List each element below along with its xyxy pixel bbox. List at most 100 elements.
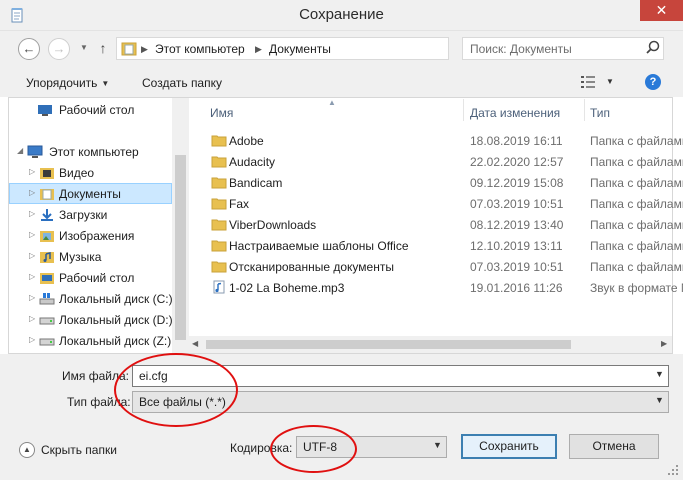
file-name: Adobe xyxy=(229,134,264,148)
cancel-button[interactable]: Отмена xyxy=(569,434,659,459)
filetype-select[interactable]: Все файлы (*.*) ▼ xyxy=(132,391,669,413)
nav-item-desktop[interactable]: ▷ Рабочий стол xyxy=(9,268,172,289)
breadcrumb-separator-icon: ▶ xyxy=(141,44,148,54)
nav-item-downloads[interactable]: ▷ Загрузки xyxy=(9,205,172,226)
collapsed-toggle-icon[interactable]: ▷ xyxy=(29,272,35,281)
search-input[interactable]: Поиск: Документы xyxy=(462,37,664,60)
sort-ascending-icon: ▲ xyxy=(328,98,336,107)
back-button[interactable]: ← xyxy=(18,38,40,60)
chevron-down-icon: ▼ xyxy=(101,79,110,88)
address-bar[interactable]: ▶ Этот компьютер ▶ Документы ▼ ↻ xyxy=(116,37,558,60)
breadcrumb-separator-icon: ▶ xyxy=(255,44,262,54)
collapsed-toggle-icon[interactable]: ▷ xyxy=(29,314,35,323)
filetype-label: Тип файла: xyxy=(67,395,131,409)
chevron-down-icon[interactable]: ▼ xyxy=(655,369,664,379)
nav-item-drive-c[interactable]: ▷ Локальный диск (C:) xyxy=(9,289,172,310)
nav-item-label: Рабочий стол xyxy=(59,271,135,285)
search-placeholder: Поиск: Документы xyxy=(470,42,572,56)
file-date: 19.01.2016 11:26 xyxy=(470,281,563,295)
help-icon[interactable]: ? xyxy=(645,74,661,90)
file-type: Папка с файлами xyxy=(590,176,683,190)
chevron-up-icon[interactable]: ▲ xyxy=(19,442,35,458)
nav-item-desktop-quick[interactable]: Рабочий стол xyxy=(9,100,172,121)
file-date: 22.02.2020 12:57 xyxy=(470,155,564,169)
pictures-folder-icon xyxy=(40,231,54,242)
drive-icon xyxy=(39,338,55,346)
file-row[interactable]: Fax 07.03.2019 10:51 Папка с файлами xyxy=(190,193,683,214)
music-folder-icon xyxy=(40,252,54,263)
collapsed-toggle-icon[interactable]: ▷ xyxy=(29,251,35,260)
breadcrumb-documents[interactable]: Документы xyxy=(269,42,331,56)
scroll-right-icon[interactable]: ▶ xyxy=(661,339,667,348)
forward-button[interactable]: → xyxy=(48,38,70,60)
nav-item-label: Рабочий стол xyxy=(59,103,135,117)
file-date: 12.10.2019 13:11 xyxy=(470,239,563,253)
folder-icon xyxy=(211,240,227,252)
resize-grip-icon[interactable] xyxy=(666,463,680,477)
folder-documents-icon xyxy=(121,42,137,56)
documents-folder-icon xyxy=(40,189,54,200)
search-icon[interactable] xyxy=(645,40,661,56)
encoding-select[interactable]: UTF-8 ▼ xyxy=(296,436,447,458)
file-date: 07.03.2019 10:51 xyxy=(470,260,564,274)
nav-item-drive-z[interactable]: ▷ Локальный диск (Z:) xyxy=(9,331,172,352)
view-options-icon[interactable] xyxy=(580,75,596,89)
column-divider[interactable] xyxy=(584,99,585,121)
save-button[interactable]: Сохранить xyxy=(461,434,557,459)
new-folder-button[interactable]: Создать папку xyxy=(142,76,222,90)
nav-item-music[interactable]: ▷ Музыка xyxy=(9,247,172,268)
file-name: Отсканированные документы xyxy=(229,260,394,274)
column-header-type[interactable]: Тип xyxy=(590,106,610,120)
audio-file-icon xyxy=(213,280,225,294)
file-row[interactable]: Adobe 18.08.2019 16:11 Папка с файлами xyxy=(190,130,683,151)
collapsed-toggle-icon[interactable]: ▷ xyxy=(29,167,35,176)
chevron-down-icon[interactable]: ▼ xyxy=(606,77,614,86)
hide-folders-button[interactable]: Скрыть папки xyxy=(41,443,117,457)
up-arrow-icon[interactable]: ↑ xyxy=(96,39,110,57)
column-header-date[interactable]: Дата изменения xyxy=(470,106,560,120)
close-button[interactable]: ✕ xyxy=(640,0,683,21)
scroll-left-icon[interactable]: ◀ xyxy=(192,339,198,348)
encoding-value: UTF-8 xyxy=(303,440,337,454)
window-title: Сохранение xyxy=(299,6,384,23)
collapsed-toggle-icon[interactable]: ▷ xyxy=(29,293,35,302)
folder-icon xyxy=(211,156,227,168)
file-name: 1-02 La Boheme.mp3 xyxy=(229,281,345,295)
file-name: Настраиваемые шаблоны Office xyxy=(229,239,409,253)
nav-item-label: Музыка xyxy=(59,250,102,264)
file-date: 09.12.2019 15:08 xyxy=(470,176,564,190)
file-row[interactable]: Отсканированные документы 07.03.2019 10:… xyxy=(190,256,683,277)
file-row[interactable]: ViberDownloads 08.12.2019 13:40 Папка с … xyxy=(190,214,683,235)
filename-input[interactable]: ei.cfg ▼ xyxy=(132,365,669,387)
nav-item-drive-d[interactable]: ▷ Локальный диск (D:) xyxy=(9,310,172,331)
column-header-name[interactable]: Имя xyxy=(210,106,233,120)
file-type: Папка с файлами xyxy=(590,218,683,232)
desktop-icon xyxy=(38,105,52,116)
recent-locations-chevron-icon[interactable]: ▼ xyxy=(80,40,90,56)
expanded-toggle-icon[interactable]: ◢ xyxy=(17,146,23,155)
nav-item-pictures[interactable]: ▷ Изображения xyxy=(9,226,172,247)
file-row[interactable]: 1-02 La Boheme.mp3 19.01.2016 11:26 Звук… xyxy=(190,277,683,298)
encoding-label: Кодировка: xyxy=(230,441,293,455)
collapsed-toggle-icon[interactable]: ▷ xyxy=(29,209,35,218)
file-row[interactable]: Audacity 22.02.2020 12:57 Папка с файлам… xyxy=(190,151,683,172)
file-row[interactable]: Bandicam 09.12.2019 15:08 Папка с файлам… xyxy=(190,172,683,193)
collapsed-toggle-icon[interactable]: ▷ xyxy=(29,230,35,239)
filename-value: ei.cfg xyxy=(139,369,168,383)
filename-label: Имя файла: xyxy=(62,369,129,383)
nav-item-label: Локальный диск (Z:) xyxy=(59,334,172,348)
column-divider[interactable] xyxy=(463,99,464,121)
collapsed-toggle-icon[interactable]: ▷ xyxy=(29,335,35,344)
collapsed-toggle-icon[interactable]: ▷ xyxy=(29,188,35,197)
nav-item-documents[interactable]: ▷ Документы xyxy=(9,183,172,204)
organize-button[interactable]: Упорядочить ▼ xyxy=(26,76,109,90)
file-type: Папка с файлами xyxy=(590,260,683,274)
navigation-pane[interactable]: Рабочий стол ◢ Этот компьютер ▷ Видео ▷ … xyxy=(9,98,172,353)
breadcrumb-this-pc[interactable]: Этот компьютер xyxy=(155,42,245,56)
file-row[interactable]: Настраиваемые шаблоны Office 12.10.2019 … xyxy=(190,235,683,256)
nav-item-this-pc[interactable]: ◢ Этот компьютер xyxy=(9,142,172,163)
file-list-hscrollbar-thumb[interactable] xyxy=(206,340,571,349)
nav-item-videos[interactable]: ▷ Видео xyxy=(9,163,172,184)
nav-scrollbar-thumb[interactable] xyxy=(175,155,186,340)
desktop-folder-icon xyxy=(40,273,54,284)
